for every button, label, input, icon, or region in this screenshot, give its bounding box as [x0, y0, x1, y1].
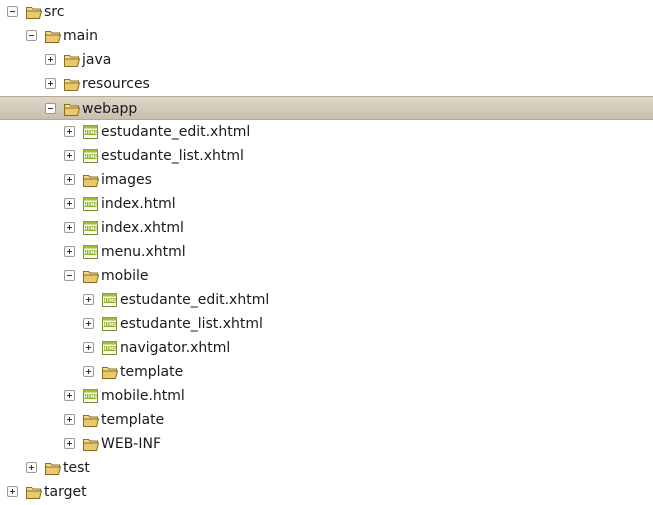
tree-folder-row[interactable]: java: [0, 48, 653, 72]
folder-icon: [82, 267, 100, 285]
expand-plus-icon[interactable]: [83, 294, 94, 305]
tree-item-label: images: [101, 172, 152, 188]
svg-text:HTML: HTML: [84, 154, 98, 159]
tree-item-label: index.html: [101, 196, 176, 212]
expand-plus-icon[interactable]: [45, 78, 56, 89]
tree-item-label: navigator.xhtml: [120, 340, 231, 356]
tree-folder-row[interactable]: resources: [0, 72, 653, 96]
collapse-minus-icon[interactable]: [26, 30, 37, 41]
tree-folder-row[interactable]: template: [0, 408, 653, 432]
svg-text:HTML: HTML: [84, 226, 98, 231]
expand-plus-icon[interactable]: [64, 150, 75, 161]
project-tree: src main java resources webapp HTML estu…: [0, 0, 653, 500]
tree-folder-row[interactable]: main: [0, 24, 653, 48]
folder-icon: [44, 27, 62, 45]
tree-file-row[interactable]: HTML menu.xhtml: [0, 240, 653, 264]
folder-icon: [44, 459, 62, 477]
tree-item-label: test: [63, 460, 90, 476]
collapse-minus-icon[interactable]: [64, 270, 75, 281]
tree-folder-row[interactable]: target: [0, 480, 653, 504]
tree-item-label: estudante_list.xhtml: [120, 316, 263, 332]
svg-text:HTML: HTML: [84, 394, 98, 399]
expand-plus-icon[interactable]: [64, 174, 75, 185]
folder-icon: [25, 3, 43, 21]
svg-text:HTML: HTML: [103, 322, 117, 327]
tree-folder-row[interactable]: template: [0, 360, 653, 384]
tree-folder-row[interactable]: src: [0, 0, 653, 24]
tree-item-label: menu.xhtml: [101, 244, 186, 260]
tree-item-label: index.xhtml: [101, 220, 184, 236]
svg-text:HTML: HTML: [84, 202, 98, 207]
collapse-minus-icon[interactable]: [45, 103, 56, 114]
tree-item-label: java: [82, 52, 112, 68]
folder-icon: [63, 51, 81, 69]
svg-text:HTML: HTML: [103, 346, 117, 351]
folder-icon: [25, 483, 43, 501]
tree-item-label: template: [120, 364, 184, 380]
tree-item-label: webapp: [82, 101, 138, 117]
tree-item-label: mobile: [101, 268, 149, 284]
svg-text:HTML: HTML: [103, 298, 117, 303]
collapse-minus-icon[interactable]: [7, 6, 18, 17]
tree-item-label: estudante_edit.xhtml: [120, 292, 270, 308]
tree-folder-row[interactable]: test: [0, 456, 653, 480]
tree-file-row[interactable]: HTML estudante_list.xhtml: [0, 144, 653, 168]
tree-item-label: estudante_edit.xhtml: [101, 124, 251, 140]
tree-item-label: main: [63, 28, 98, 44]
folder-icon: [63, 75, 81, 93]
expand-plus-icon[interactable]: [64, 222, 75, 233]
tree-item-label: estudante_list.xhtml: [101, 148, 244, 164]
expand-plus-icon[interactable]: [83, 318, 94, 329]
svg-text:HTML: HTML: [84, 130, 98, 135]
tree-file-row[interactable]: HTML navigator.xhtml: [0, 336, 653, 360]
tree-folder-row[interactable]: WEB-INF: [0, 432, 653, 456]
html-file-icon: HTML: [101, 315, 119, 333]
tree-file-row[interactable]: HTML index.xhtml: [0, 216, 653, 240]
html-file-icon: HTML: [82, 387, 100, 405]
html-file-icon: HTML: [82, 147, 100, 165]
html-file-icon: HTML: [82, 123, 100, 141]
expand-plus-icon[interactable]: [83, 366, 94, 377]
tree-file-row[interactable]: HTML estudante_edit.xhtml: [0, 288, 653, 312]
tree-item-label: template: [101, 412, 165, 428]
expand-plus-icon[interactable]: [64, 198, 75, 209]
folder-icon: [101, 363, 119, 381]
tree-item-label: target: [44, 484, 87, 500]
tree-file-row[interactable]: HTML estudante_list.xhtml: [0, 312, 653, 336]
html-file-icon: HTML: [82, 243, 100, 261]
tree-folder-row[interactable]: mobile: [0, 264, 653, 288]
tree-file-row[interactable]: HTML mobile.html: [0, 384, 653, 408]
expand-plus-icon[interactable]: [64, 126, 75, 137]
expand-plus-icon[interactable]: [64, 414, 75, 425]
folder-icon: [63, 100, 81, 118]
html-file-icon: HTML: [101, 291, 119, 309]
html-file-icon: HTML: [82, 195, 100, 213]
tree-item-label: mobile.html: [101, 388, 185, 404]
tree-file-row[interactable]: HTML estudante_edit.xhtml: [0, 120, 653, 144]
tree-item-label: WEB-INF: [101, 436, 161, 452]
expand-plus-icon[interactable]: [26, 462, 37, 473]
html-file-icon: HTML: [101, 339, 119, 357]
expand-plus-icon[interactable]: [64, 390, 75, 401]
tree-file-row[interactable]: HTML index.html: [0, 192, 653, 216]
expand-plus-icon[interactable]: [83, 342, 94, 353]
tree-folder-row[interactable]: images: [0, 168, 653, 192]
folder-icon: [82, 171, 100, 189]
expand-plus-icon[interactable]: [45, 54, 56, 65]
folder-icon: [82, 411, 100, 429]
svg-text:HTML: HTML: [84, 250, 98, 255]
tree-item-label: src: [44, 4, 65, 20]
expand-plus-icon[interactable]: [64, 246, 75, 257]
html-file-icon: HTML: [82, 219, 100, 237]
folder-icon: [82, 435, 100, 453]
tree-item-label: resources: [82, 76, 150, 92]
expand-plus-icon[interactable]: [7, 486, 18, 497]
tree-folder-row[interactable]: webapp: [0, 96, 653, 120]
expand-plus-icon[interactable]: [64, 438, 75, 449]
